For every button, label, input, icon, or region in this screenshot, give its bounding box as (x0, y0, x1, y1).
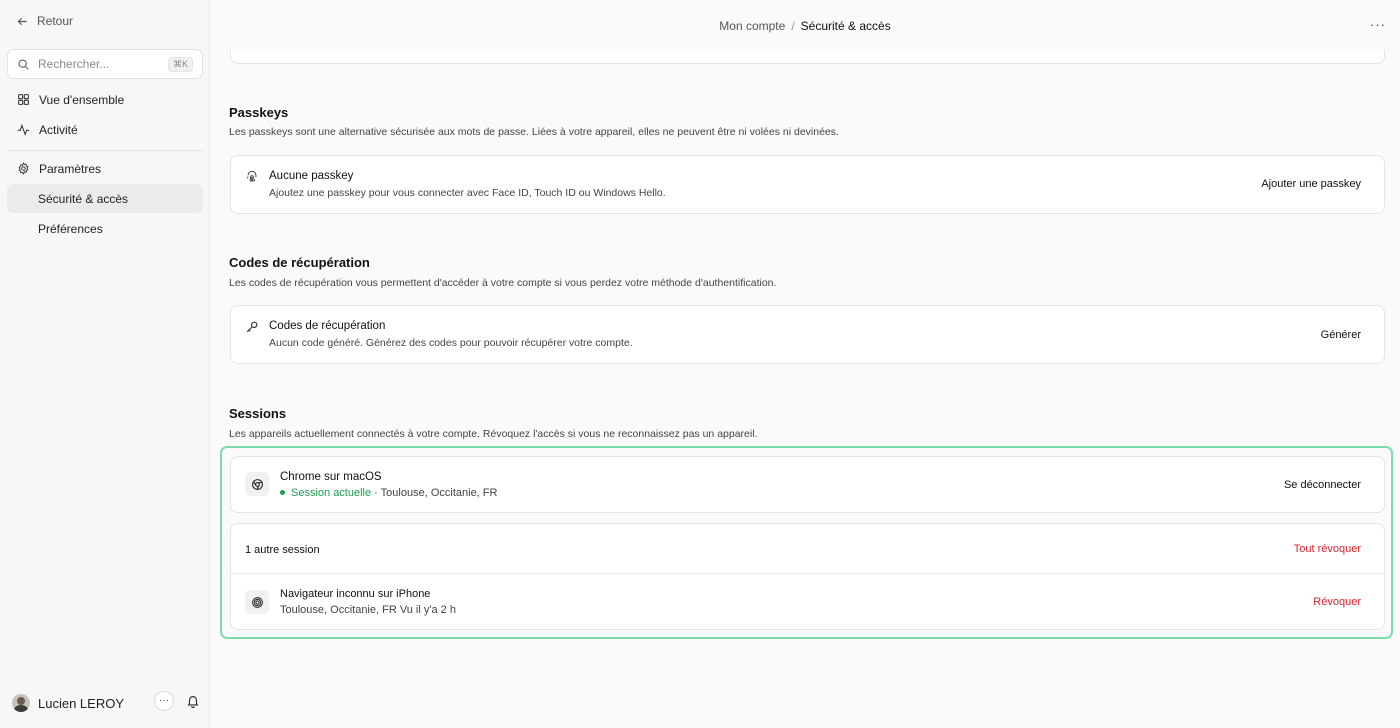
back-link[interactable]: Retour (16, 14, 73, 28)
current-session-card: Chrome sur macOS Session actuelle · Toul… (230, 456, 1385, 513)
other-sessions-card: 1 autre session Tout révoquer Navigateur… (230, 523, 1385, 630)
current-session-details: Session actuelle · Toulouse, Occitanie, … (280, 487, 497, 499)
current-session-status-label: Session actuelle (291, 487, 372, 499)
user-more-button[interactable]: ··· (154, 691, 174, 711)
activity-icon (17, 123, 30, 136)
passkeys-description: Les passkeys sont une alternative sécuri… (229, 126, 839, 138)
current-session-title: Chrome sur macOS (280, 471, 382, 483)
back-label: Retour (37, 14, 74, 28)
breadcrumb-current: Sécurité & accès (800, 19, 891, 33)
revoke-session-button[interactable]: Révoquer (1313, 596, 1361, 608)
sidebar-divider (7, 150, 203, 151)
browser-icon-box (245, 590, 269, 614)
current-session-location: · Toulouse, Occitanie, FR (371, 487, 498, 499)
session-title: Navigateur inconnu sur iPhone (280, 588, 431, 600)
sidebar-item-label: Paramètres (39, 161, 102, 176)
bell-icon[interactable] (186, 694, 200, 708)
sidebar-item-label: Préférences (38, 221, 103, 236)
generate-codes-button[interactable]: Générer (1321, 329, 1361, 341)
passkey-row-subtitle: Ajoutez une passkey pour vous connecter … (269, 187, 666, 199)
breadcrumb-separator: / (791, 19, 795, 33)
other-sessions-count: 1 autre session (245, 544, 320, 556)
sidebar-item-label: Activité (39, 122, 78, 137)
add-passkey-button[interactable]: Ajouter une passkey (1261, 178, 1361, 190)
recovery-row-subtitle: Aucun code généré. Générez des codes pou… (269, 337, 633, 349)
search-input[interactable] (38, 57, 158, 71)
revoke-all-button[interactable]: Tout révoquer (1294, 543, 1361, 555)
recovery-title: Codes de récupération (229, 255, 370, 270)
key-icon (246, 321, 258, 333)
browser-icon-box (245, 472, 269, 496)
sidebar-item-overview[interactable]: Vue d'ensemble (7, 85, 203, 114)
avatar (12, 694, 30, 712)
chrome-icon (251, 478, 263, 490)
breadcrumb: Mon compte / Sécurité & accès (210, 19, 1400, 33)
sidebar-item-settings[interactable]: Paramètres (7, 154, 203, 183)
grid-icon (18, 94, 29, 105)
gear-icon (18, 162, 29, 175)
shortcut-badge: ⌘K (167, 56, 193, 72)
user-profile[interactable]: Lucien LEROY (12, 694, 124, 712)
search-box[interactable]: ⌘K (7, 49, 203, 79)
user-name: Lucien LEROY (38, 695, 124, 711)
passkeys-card: Aucune passkey Ajoutez une passkey pour … (230, 155, 1385, 214)
sessions-title: Sessions (229, 406, 287, 421)
sidebar-item-activity[interactable]: Activité (7, 115, 203, 144)
session-divider (231, 573, 1384, 574)
arrow-left-icon (17, 17, 27, 25)
recovery-description: Les codes de récupération vous permetten… (229, 277, 777, 289)
sidebar-item-label: Sécurité & accès (38, 191, 129, 206)
sign-out-button[interactable]: Se déconnecter (1284, 479, 1361, 491)
fingerprint-icon (247, 170, 257, 183)
more-icon: ··· (159, 695, 169, 706)
sidebar: Retour ⌘K Vue d'ensemble Activité Paramè… (0, 0, 210, 728)
passkey-row-title: Aucune passkey (269, 170, 354, 182)
sessions-description: Les appareils actuellement connectés à v… (229, 428, 758, 440)
breadcrumb-account[interactable]: Mon compte (719, 19, 785, 33)
passkeys-title: Passkeys (229, 105, 289, 120)
recovery-row-title: Codes de récupération (269, 320, 386, 332)
top-bar: Mon compte / Sécurité & accès ··· (210, 0, 1400, 50)
search-icon (18, 58, 29, 70)
session-subtitle: Toulouse, Occitanie, FR Vu il y'a 2 h (280, 604, 456, 616)
recovery-card: Codes de récupération Aucun code généré.… (230, 305, 1385, 364)
main-content: Passkeys Les passkeys sont une alternati… (210, 0, 1400, 728)
globe-icon (251, 596, 263, 608)
sidebar-item-label: Vue d'ensemble (39, 92, 125, 107)
more-options-icon[interactable]: ··· (1370, 17, 1386, 32)
status-dot (280, 489, 285, 495)
sidebar-item-security[interactable]: Sécurité & accès (7, 184, 203, 213)
sidebar-item-preferences[interactable]: Préférences (7, 214, 203, 243)
current-session-status: Session actuelle (280, 487, 371, 499)
